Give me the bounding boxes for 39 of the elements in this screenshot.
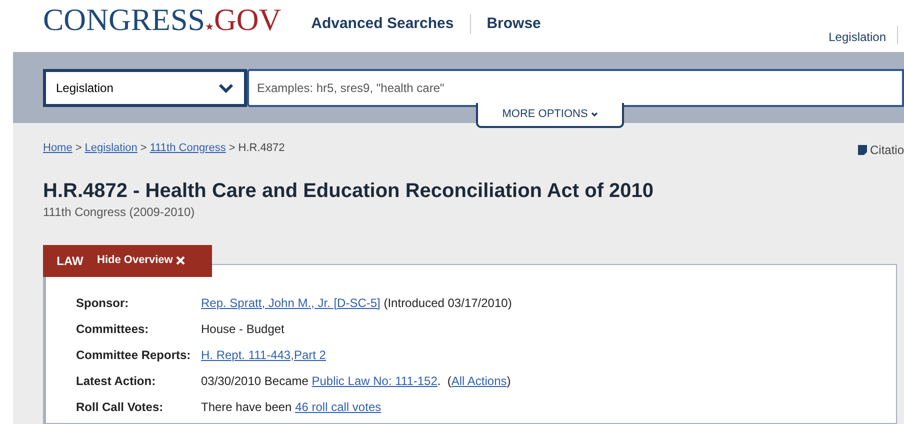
field-label: Committees: [76,320,150,338]
field-label: Committee Reports: [76,346,192,364]
breadcrumb-link[interactable]: 111th Congress [150,140,226,156]
more-options-button[interactable]: MORE OPTIONS [476,103,624,128]
bill-title: H.R.4872 - Health Care and Education Reconciliation Act of 2010 [43,178,655,202]
nav-link[interactable]: Browse [486,13,541,36]
close-icon [176,256,185,265]
detail-link[interactable]: 46 roll call votes [295,398,382,416]
field-value: ) [506,372,511,390]
breadcrumb-separator: > [75,141,82,156]
field-label: Latest Action: [76,372,157,390]
nav-link[interactable]: Advanced Searches [311,13,454,36]
chevron-down-icon [590,112,598,117]
citation-icon [858,145,867,155]
congress-subtitle: 111th Congress (2009-2010) [43,204,196,220]
search-field[interactable]: Examples: hr5, sres9, "health care" [247,68,904,106]
field-value: 03/30/2010 Became [201,372,310,390]
detail-link[interactable]: All Actions [451,372,507,390]
chevron-down-icon [218,82,234,92]
citation-link[interactable]: Citatio [870,141,904,159]
breadcrumb-link[interactable]: Legislation [84,140,138,156]
field-value: House - Budget [201,320,284,338]
scope-dropdown[interactable]: Legislation [43,68,247,106]
field-label: Roll Call Votes: [76,398,164,416]
field-value: There have been [201,398,293,416]
field-label: Sponsor: [76,294,130,312]
field-value: (Introduced 03/17/2010) [382,294,512,312]
legislation-link[interactable]: Legislation [828,28,886,46]
breadcrumb-link[interactable]: Home [43,140,72,156]
site-logo[interactable]: CONGRESS★GOV [43,4,282,35]
breadcrumb-separator: > [228,141,236,156]
breadcrumb-separator: > [140,141,147,156]
law-label: LAW [56,252,84,270]
breadcrumb-current: H.R.4872 [238,141,285,156]
field-value: . ( [437,372,452,390]
detail-link[interactable]: Public Law No: 111-152 [312,372,438,390]
detail-link[interactable]: Rep. Spratt, John M., Jr. [D-SC-5] [201,294,380,312]
detail-link[interactable]: H. Rept. 111-443,Part 2 [201,346,326,364]
hide-overview-button[interactable]: Hide Overview [97,252,185,269]
